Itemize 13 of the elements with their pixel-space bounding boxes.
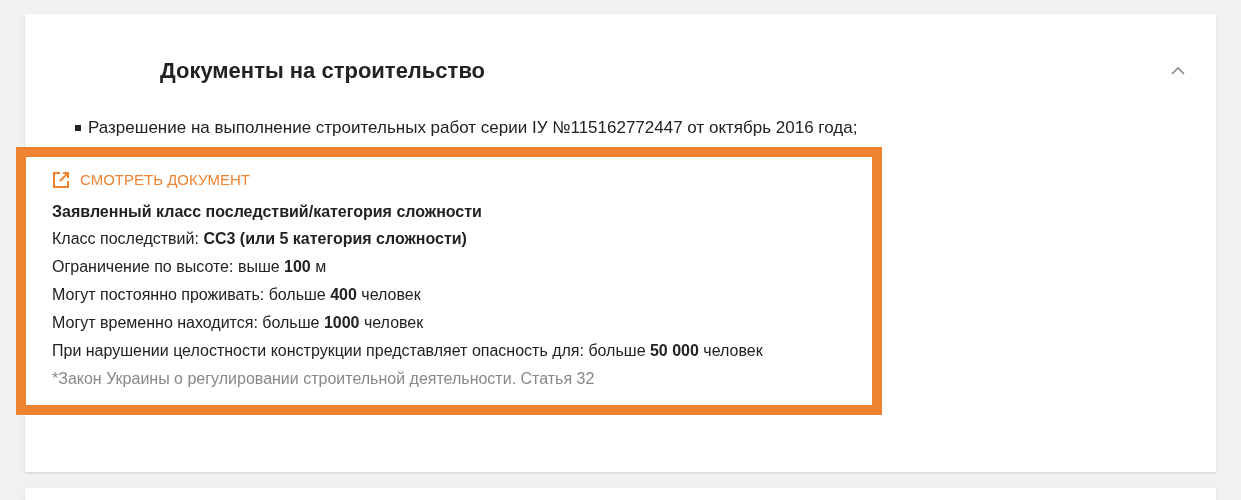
detail-line: Класс последствий: СС3 (или 5 категория сложности): [52, 229, 468, 249]
section-title: Документы на строительство: [160, 57, 486, 85]
list-item-text: Разрешение на выполнение строительных работ серии ІУ №115162772447 от октябрь 2016 года;: [88, 117, 858, 139]
bullet-icon: [75, 125, 81, 131]
view-document-link[interactable]: СМОТРЕТЬ ДОКУМЕНТ: [52, 169, 852, 191]
external-link-icon: [52, 171, 70, 189]
footnote: *Закон Украины о регулировании строительной деятельности. Статья 32: [52, 369, 596, 389]
detail-line: Ограничение по высоте: выше 100 м: [52, 257, 328, 277]
details-heading: Заявленный класс последствий/категория сложности: [52, 202, 483, 222]
detail-line: Могут постоянно проживать: больше 400 человек: [52, 285, 422, 305]
detail-line: При нарушении целостности конструкции представляет опасность для: больше 50 000 человек: [52, 341, 764, 361]
detail-line: Могут временно находится: больше 1000 человек: [52, 313, 425, 333]
chevron-icon: [1171, 66, 1185, 75]
